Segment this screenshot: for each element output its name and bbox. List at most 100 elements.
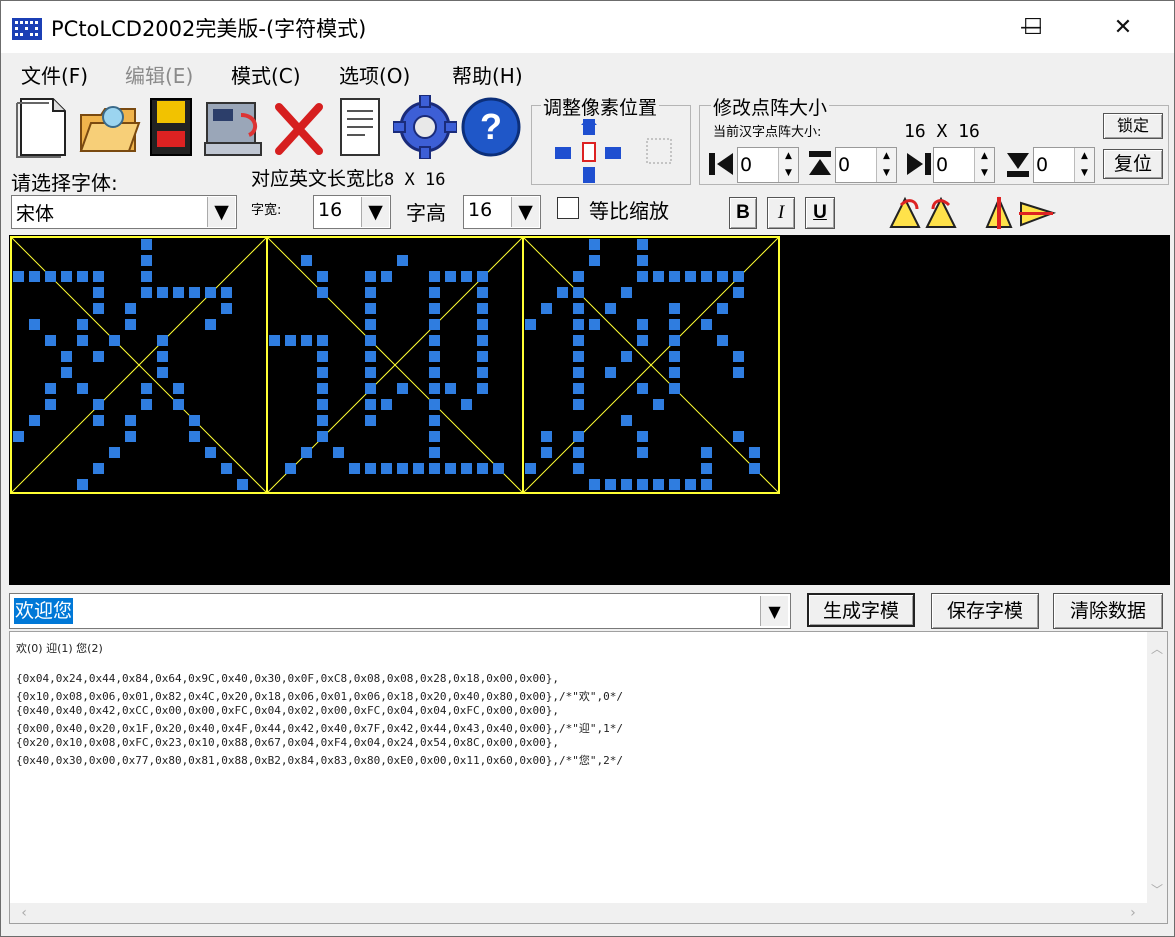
reset-button[interactable]: 复位 — [1103, 149, 1163, 179]
up-arrow-icon[interactable]: ▲ — [1074, 148, 1094, 165]
top-spinner[interactable]: 0 ▲ ▼ — [835, 147, 897, 183]
scroll-up-icon[interactable]: ︿ — [1151, 640, 1163, 657]
glyph-pixel[interactable] — [77, 383, 88, 394]
glyph-pixel[interactable] — [429, 447, 440, 458]
glyph-pixel[interactable] — [637, 447, 648, 458]
down-arrow-icon[interactable]: ▼ — [876, 165, 896, 182]
glyph-pixel[interactable] — [493, 463, 504, 474]
font-select[interactable]: 宋体 ▼ — [11, 195, 237, 229]
glyph-pixel[interactable] — [365, 463, 376, 474]
save-icon[interactable] — [147, 95, 195, 159]
italic-button[interactable]: I — [767, 197, 795, 229]
glyph-pixel[interactable] — [13, 271, 24, 282]
glyph-pixel[interactable] — [621, 287, 632, 298]
move-arrows-icon[interactable] — [553, 119, 629, 185]
vertical-scrollbar[interactable]: ︿ ﹀ — [1147, 632, 1167, 904]
glyph-pixel[interactable] — [301, 447, 312, 458]
right-spinner-value[interactable]: 0 — [936, 154, 948, 176]
glyph-pixel[interactable] — [317, 415, 328, 426]
up-arrow-icon[interactable]: ▲ — [974, 148, 994, 165]
down-arrow-icon[interactable]: ▼ — [1074, 165, 1094, 182]
up-arrow-icon[interactable]: ▲ — [876, 148, 896, 165]
glyph-pixel[interactable] — [573, 399, 584, 410]
glyph-pixel[interactable] — [573, 463, 584, 474]
glyph-pixel[interactable] — [45, 335, 56, 346]
glyph-pixel[interactable] — [429, 351, 440, 362]
chevron-down-icon[interactable]: ▼ — [760, 596, 788, 626]
glyph-pixel[interactable] — [701, 479, 712, 490]
menu-mode[interactable]: 模式(C) — [231, 60, 301, 89]
glyph-pixel[interactable] — [93, 415, 104, 426]
glyph-pixel[interactable] — [541, 431, 552, 442]
glyph-pixel[interactable] — [637, 239, 648, 250]
glyph-pixel[interactable] — [733, 351, 744, 362]
glyph-pixel[interactable] — [733, 287, 744, 298]
up-arrow-icon[interactable]: ▲ — [778, 148, 798, 165]
glyph-pixel[interactable] — [93, 463, 104, 474]
glyph-pixel[interactable] — [717, 303, 728, 314]
glyph-pixel[interactable] — [125, 319, 136, 330]
glyph-pixel[interactable] — [573, 335, 584, 346]
glyph-pixel[interactable] — [29, 271, 40, 282]
help-icon[interactable]: ? — [459, 95, 523, 159]
glyph-pixel[interactable] — [541, 447, 552, 458]
glyph-pixel[interactable] — [701, 447, 712, 458]
glyph-pixel[interactable] — [317, 287, 328, 298]
glyph-pixel[interactable] — [637, 255, 648, 266]
glyph-pixel[interactable] — [397, 383, 408, 394]
glyph-pixel[interactable] — [477, 351, 488, 362]
glyph-pixel[interactable] — [573, 351, 584, 362]
glyph-pixel[interactable] — [157, 335, 168, 346]
glyph-pixel[interactable] — [317, 335, 328, 346]
glyph-pixel[interactable] — [317, 399, 328, 410]
glyph-pixel[interactable] — [61, 271, 72, 282]
glyph-pixel[interactable] — [621, 479, 632, 490]
glyph-pixel[interactable] — [653, 399, 664, 410]
glyph-pixel[interactable] — [685, 271, 696, 282]
glyph-pixel[interactable] — [653, 479, 664, 490]
proportional-checkbox[interactable] — [557, 197, 579, 219]
glyph-pixel[interactable] — [157, 287, 168, 298]
glyph-pixel[interactable] — [685, 479, 696, 490]
glyph-pixel[interactable] — [669, 271, 680, 282]
glyph-pixel[interactable] — [317, 367, 328, 378]
glyph-pixel[interactable] — [717, 271, 728, 282]
glyph-pixel[interactable] — [61, 367, 72, 378]
glyph-pixel[interactable] — [381, 271, 392, 282]
glyph-pixel[interactable] — [413, 463, 424, 474]
menu-edit[interactable]: 编辑(E) — [125, 60, 193, 89]
glyph-pixel[interactable] — [93, 287, 104, 298]
glyph-pixel[interactable] — [429, 463, 440, 474]
glyph-pixel[interactable] — [365, 303, 376, 314]
shrink-right-icon[interactable] — [903, 149, 933, 179]
glyph-pixel[interactable] — [573, 367, 584, 378]
glyph-pixel[interactable] — [589, 239, 600, 250]
glyph-pixel[interactable] — [221, 287, 232, 298]
glyph-pixel[interactable] — [669, 367, 680, 378]
menu-options[interactable]: 选项(O) — [339, 60, 410, 89]
glyph-pixel[interactable] — [397, 255, 408, 266]
down-arrow-icon[interactable]: ▼ — [974, 165, 994, 182]
glyph-pixel[interactable] — [605, 367, 616, 378]
top-spinner-value[interactable]: 0 — [838, 154, 850, 176]
glyph-pixel[interactable] — [285, 335, 296, 346]
scroll-right-icon[interactable]: › — [1129, 905, 1137, 921]
glyph-pixel[interactable] — [333, 447, 344, 458]
glyph-pixel[interactable] — [45, 271, 56, 282]
glyph-pixel[interactable] — [301, 335, 312, 346]
left-spinner-value[interactable]: 0 — [740, 154, 752, 176]
glyph-pixel[interactable] — [77, 335, 88, 346]
glyph-pixel[interactable] — [669, 335, 680, 346]
glyph-pixel[interactable] — [637, 479, 648, 490]
glyph-pixel[interactable] — [29, 415, 40, 426]
glyph-pixel[interactable] — [269, 335, 280, 346]
glyph-pixel[interactable] — [445, 383, 456, 394]
glyph-pixel[interactable] — [317, 383, 328, 394]
glyph-pixel[interactable] — [317, 271, 328, 282]
chevron-down-icon[interactable]: ▼ — [361, 197, 389, 227]
glyph-pixel[interactable] — [573, 447, 584, 458]
glyph-pixel[interactable] — [477, 303, 488, 314]
glyph-pixel[interactable] — [365, 367, 376, 378]
glyph-pixel[interactable] — [717, 335, 728, 346]
glyph-pixel[interactable] — [77, 319, 88, 330]
